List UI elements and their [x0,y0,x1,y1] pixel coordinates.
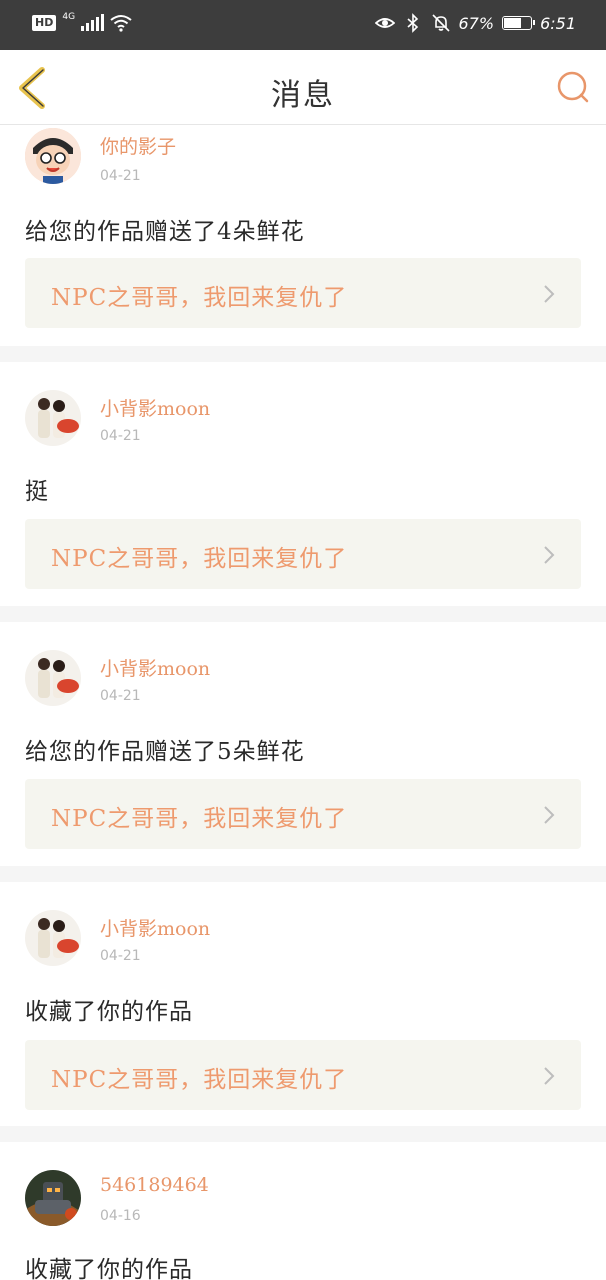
nav-header: 消息 [0,50,606,125]
message-item: 小背影moon 04-21 给您的作品赠送了5朵鲜花 NPC之哥哥，我回来复仇了 [0,622,606,866]
mute-bell-icon [431,14,450,32]
work-title: NPC之哥哥，我回来复仇了 [51,546,348,572]
page-title: 消息 [271,78,335,113]
chevron-right-icon [544,546,555,564]
message-date: 04-16 [100,1208,141,1224]
status-bar: HD 4G 67% 6:51 [0,0,606,50]
chevron-right-icon [544,285,555,303]
couple-photo-avatar[interactable] [25,390,81,446]
signal-icon [81,14,105,31]
username[interactable]: 小背影moon [100,654,210,681]
message-text: 收藏了你的作品 [25,999,193,1025]
message-item: 546189464 04-16 收藏了你的作品 [0,1142,606,1280]
cartoon-boy-avatar[interactable] [25,128,81,184]
robot-game-avatar[interactable] [25,1170,81,1226]
chevron-right-icon [544,806,555,824]
work-card[interactable]: NPC之哥哥，我回来复仇了 [25,1040,581,1110]
message-item: 你的影子 04-21 给您的作品赠送了4朵鲜花 NPC之哥哥，我回来复仇了 [0,126,606,346]
work-title: NPC之哥哥，我回来复仇了 [51,806,348,832]
username[interactable]: 小背影moon [100,394,210,421]
message-text: 收藏了你的作品 [25,1257,193,1280]
hd-badge: HD [32,15,57,31]
work-card[interactable]: NPC之哥哥，我回来复仇了 [25,779,581,849]
battery-icon [502,16,536,30]
message-date: 04-21 [100,948,141,964]
username[interactable]: 小背影moon [100,914,210,941]
username[interactable]: 你的影子 [100,132,176,159]
couple-photo-avatar[interactable] [25,910,81,966]
message-item: 小背影moon 04-21 收藏了你的作品 NPC之哥哥，我回来复仇了 [0,882,606,1126]
work-card[interactable]: NPC之哥哥，我回来复仇了 [25,258,581,328]
message-item: 小背影moon 04-21 挺 NPC之哥哥，我回来复仇了 [0,362,606,606]
network-type: 4G [62,12,76,22]
chevron-right-icon [544,1067,555,1085]
message-date: 04-21 [100,168,141,184]
message-text: 给您的作品赠送了4朵鲜花 [25,219,305,245]
message-date: 04-21 [100,688,141,704]
eye-icon [374,18,395,28]
message-text: 给您的作品赠送了5朵鲜花 [25,739,305,765]
message-text: 挺 [25,479,49,505]
message-date: 04-21 [100,428,141,444]
divider [0,1126,606,1142]
username[interactable]: 546189464 [100,1174,209,1196]
divider [0,606,606,622]
wifi-icon [110,15,132,32]
work-card[interactable]: NPC之哥哥，我回来复仇了 [25,519,581,589]
bluetooth-icon [406,13,418,33]
search-icon[interactable] [556,70,590,104]
couple-photo-avatar[interactable] [25,650,81,706]
battery-percent: 67% [458,13,495,33]
clock: 6:51 [540,13,576,33]
divider [0,346,606,362]
work-title: NPC之哥哥，我回来复仇了 [51,1067,348,1093]
divider [0,866,606,882]
work-title: NPC之哥哥，我回来复仇了 [51,285,348,311]
